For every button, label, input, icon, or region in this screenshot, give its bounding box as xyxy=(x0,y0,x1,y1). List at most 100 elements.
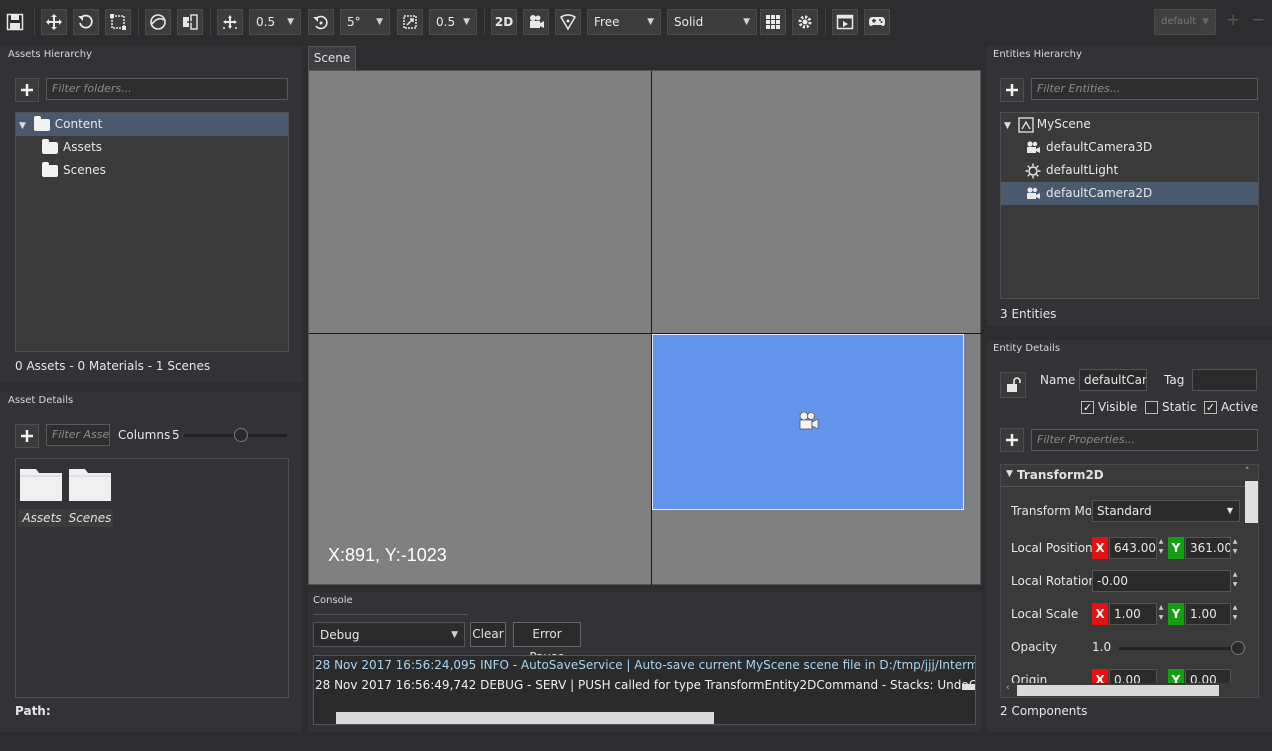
scene-icon xyxy=(1018,116,1034,133)
scale-y-input[interactable]: 1.00 xyxy=(1185,603,1231,625)
vertical-scrollbar-thumb[interactable] xyxy=(962,684,975,690)
scale-x-input[interactable]: 1.00 xyxy=(1109,603,1157,625)
scale-tool-button[interactable] xyxy=(105,9,131,35)
folder-icon xyxy=(69,469,111,501)
move-snap-button[interactable] xyxy=(217,9,243,35)
filter-properties-input[interactable]: Filter Properties... xyxy=(1031,429,1258,451)
log-level-combo[interactable]: Debug ▼ xyxy=(313,622,465,647)
columns-slider[interactable] xyxy=(184,428,287,442)
spinner-icon[interactable]: ▲ ▼ xyxy=(1231,603,1239,625)
filter-folders-input[interactable]: Filter folders... xyxy=(46,78,288,100)
tree-item-defaultcamera3d[interactable]: defaultCamera3D xyxy=(1025,136,1152,159)
tree-item-scenes[interactable]: Scenes xyxy=(42,159,106,182)
play-preview-button[interactable] xyxy=(832,9,858,35)
tree-item-defaultlight[interactable]: defaultLight xyxy=(1025,159,1118,182)
camera-icon xyxy=(799,411,819,430)
move-snap-combo[interactable]: 0.5 ▼ xyxy=(249,9,301,35)
lock-button[interactable] xyxy=(1000,372,1026,398)
camera-mode-combo[interactable]: Free ▼ xyxy=(587,9,661,35)
folder-icon xyxy=(42,138,58,154)
view-2d-button[interactable]: 2D xyxy=(491,9,517,35)
spinner-icon[interactable]: ▲ ▼ xyxy=(1157,537,1165,559)
settings-button[interactable] xyxy=(792,9,818,35)
components-status: 2 Components xyxy=(1000,704,1088,718)
pivot-toggle-button[interactable] xyxy=(177,9,203,35)
entities-status: 3 Entities xyxy=(1000,307,1057,321)
scale-snap-combo[interactable]: 0.5 ▼ xyxy=(429,9,477,35)
slider-handle[interactable] xyxy=(1231,641,1245,655)
tag-label: Tag xyxy=(1164,373,1185,387)
position-y-input[interactable]: 361.00 xyxy=(1185,537,1231,559)
filter-entities-input[interactable]: Filter Entities... xyxy=(1031,78,1258,100)
scale-snap-button[interactable] xyxy=(397,9,423,35)
chevron-down-icon: ▼ xyxy=(287,17,294,27)
add-component-button[interactable] xyxy=(1000,428,1024,452)
editor-window: 0.5 ▼ 5° ▼ 0.5 ▼ 2D Free ▼ Solid ▼ defau… xyxy=(0,0,1272,751)
plus-icon xyxy=(21,84,33,96)
scene-viewport[interactable]: X:891, Y:-1023 xyxy=(308,70,982,586)
chevron-down-icon: ▼ xyxy=(376,17,383,27)
asset-item-scenes[interactable]: Scenes xyxy=(67,465,113,527)
rotate-snap-combo[interactable]: 5° ▼ xyxy=(340,9,390,35)
static-checkbox[interactable]: Static xyxy=(1145,400,1196,414)
game-preview-button[interactable] xyxy=(864,9,890,35)
tag-input[interactable] xyxy=(1192,369,1257,391)
tree-item-myscene[interactable]: ▼ MyScene xyxy=(1004,113,1091,136)
render-mode-combo[interactable]: Solid ▼ xyxy=(667,9,757,35)
add-folder-button[interactable] xyxy=(15,78,39,102)
filter-assets-input[interactable]: Filter Assets xyxy=(46,424,110,446)
rotate-tool-button[interactable] xyxy=(73,9,99,35)
asset-item-assets[interactable]: Assets xyxy=(18,465,66,527)
y-axis-badge: Y xyxy=(1168,603,1184,625)
horizontal-scrollbar[interactable]: ‹ xyxy=(1001,683,1258,697)
spinner-icon[interactable]: ▲ ▼ xyxy=(1231,570,1239,592)
assets-tree: ▼ Content Assets Scenes xyxy=(15,112,289,352)
vertical-scrollbar-thumb[interactable] xyxy=(1245,481,1258,523)
gamepad-icon xyxy=(869,17,885,26)
pivot-icon xyxy=(183,14,198,30)
camera-button[interactable] xyxy=(523,9,549,35)
space-toggle-button[interactable] xyxy=(145,9,171,35)
layout-combo[interactable]: default ▼ xyxy=(1154,9,1216,35)
add-entity-button[interactable] xyxy=(1000,78,1024,102)
clear-button[interactable]: Clear xyxy=(470,622,506,647)
component-header[interactable]: ▼ Transform2D ˄ xyxy=(1001,465,1258,487)
save-button[interactable] xyxy=(2,9,28,35)
slider-handle[interactable] xyxy=(233,428,248,442)
rotate-snap-button[interactable] xyxy=(308,9,334,35)
transform-mode-combo[interactable]: Standard ▼ xyxy=(1092,500,1240,522)
add-asset-button[interactable] xyxy=(15,424,39,448)
camera-icon xyxy=(1027,140,1040,153)
console-log[interactable]: 28 Nov 2017 16:56:24,095 INFO - AutoSave… xyxy=(313,655,976,725)
horizontal-scrollbar-thumb[interactable] xyxy=(1017,685,1219,696)
plus-icon xyxy=(21,430,33,442)
visible-checkbox[interactable]: ✓ Visible xyxy=(1081,400,1137,414)
active-checkbox[interactable]: ✓ Active xyxy=(1204,400,1258,414)
x-axis-badge: X xyxy=(1092,603,1108,625)
tab-scene[interactable]: Scene xyxy=(308,46,356,70)
add-layout-button[interactable]: + xyxy=(1226,10,1240,30)
grid-button[interactable] xyxy=(760,9,786,35)
chevron-down-icon: ▼ xyxy=(451,630,458,640)
checkbox-icon: ✓ xyxy=(1081,401,1094,414)
local-scale-label: Local Scale xyxy=(1011,607,1079,621)
gizmo-button[interactable] xyxy=(555,9,581,35)
folder-icon xyxy=(42,161,58,177)
tree-item-assets[interactable]: Assets xyxy=(42,136,102,159)
rotation-input[interactable]: -0.00 xyxy=(1092,570,1231,592)
tree-item-defaultcamera2d[interactable]: defaultCamera2D xyxy=(1001,182,1258,205)
position-x-input[interactable]: 643.00 xyxy=(1109,537,1157,559)
name-input[interactable]: defaultCamera2D xyxy=(1079,369,1147,391)
remove-layout-button[interactable]: − xyxy=(1251,10,1265,30)
tree-item-content[interactable]: ▼ Content xyxy=(16,113,288,136)
opacity-label: Opacity xyxy=(1011,640,1058,654)
asset-item-label: Assets xyxy=(18,509,66,527)
error-pause-button[interactable]: Error Pause xyxy=(513,622,581,664)
log-line: 28 Nov 2017 16:56:24,095 INFO - AutoSave… xyxy=(315,658,975,672)
opacity-slider[interactable] xyxy=(1119,641,1245,655)
camera2d-frame[interactable] xyxy=(652,334,964,510)
spinner-icon[interactable]: ▲ ▼ xyxy=(1231,537,1239,559)
spinner-icon[interactable]: ▲ ▼ xyxy=(1157,603,1165,625)
horizontal-scrollbar-thumb[interactable] xyxy=(336,712,714,724)
translate-tool-button[interactable] xyxy=(41,9,67,35)
